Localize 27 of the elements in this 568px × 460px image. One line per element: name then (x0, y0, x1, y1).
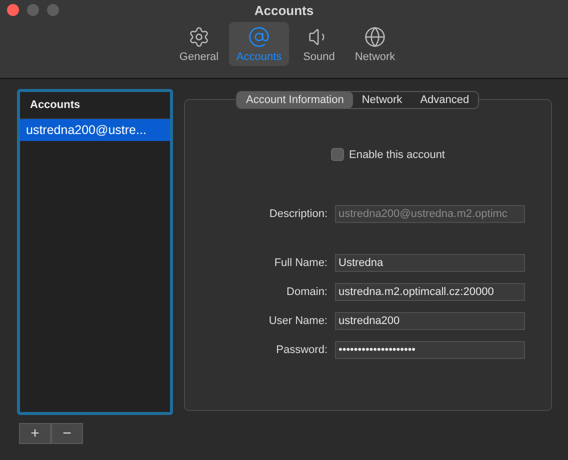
zoom-button[interactable] (47, 4, 59, 16)
window-title: Accounts (254, 3, 314, 18)
globe-icon (364, 26, 386, 48)
input-field[interactable]: •••••••••••••••••••• (334, 341, 524, 359)
close-button[interactable] (7, 4, 19, 16)
toolbar-tab[interactable]: Network (349, 22, 401, 66)
account-item[interactable]: ustredna200@ustre... (20, 119, 170, 141)
add-button[interactable]: + (19, 423, 51, 444)
field-label: User Name: (268, 315, 328, 327)
minimize-button[interactable] (27, 4, 39, 16)
field-label: Password: (275, 344, 328, 356)
field-label: Full Name: (273, 257, 328, 269)
input-field[interactable]: Ustredna (334, 254, 524, 272)
remove-button[interactable]: − (51, 423, 83, 444)
segment-tab[interactable]: Network (352, 92, 412, 108)
settings-icon (188, 26, 210, 48)
field-label: Description: (268, 208, 328, 220)
toolbar-tab[interactable]: Sound (293, 22, 345, 66)
segment-tab[interactable]: Account Information (237, 92, 353, 108)
checkbox-label: Enable this account (348, 148, 445, 160)
toolbar-tab[interactable]: General (173, 22, 225, 66)
segment-tab[interactable]: Advanced (411, 92, 478, 108)
at-sign-icon (248, 26, 270, 48)
input-field[interactable]: ustredna200 (334, 312, 524, 330)
field-label: Domain: (286, 286, 328, 298)
input-field[interactable]: ustredna.m2.optimcall.cz:20000 (334, 283, 524, 301)
enable-checkbox[interactable] (330, 148, 344, 161)
